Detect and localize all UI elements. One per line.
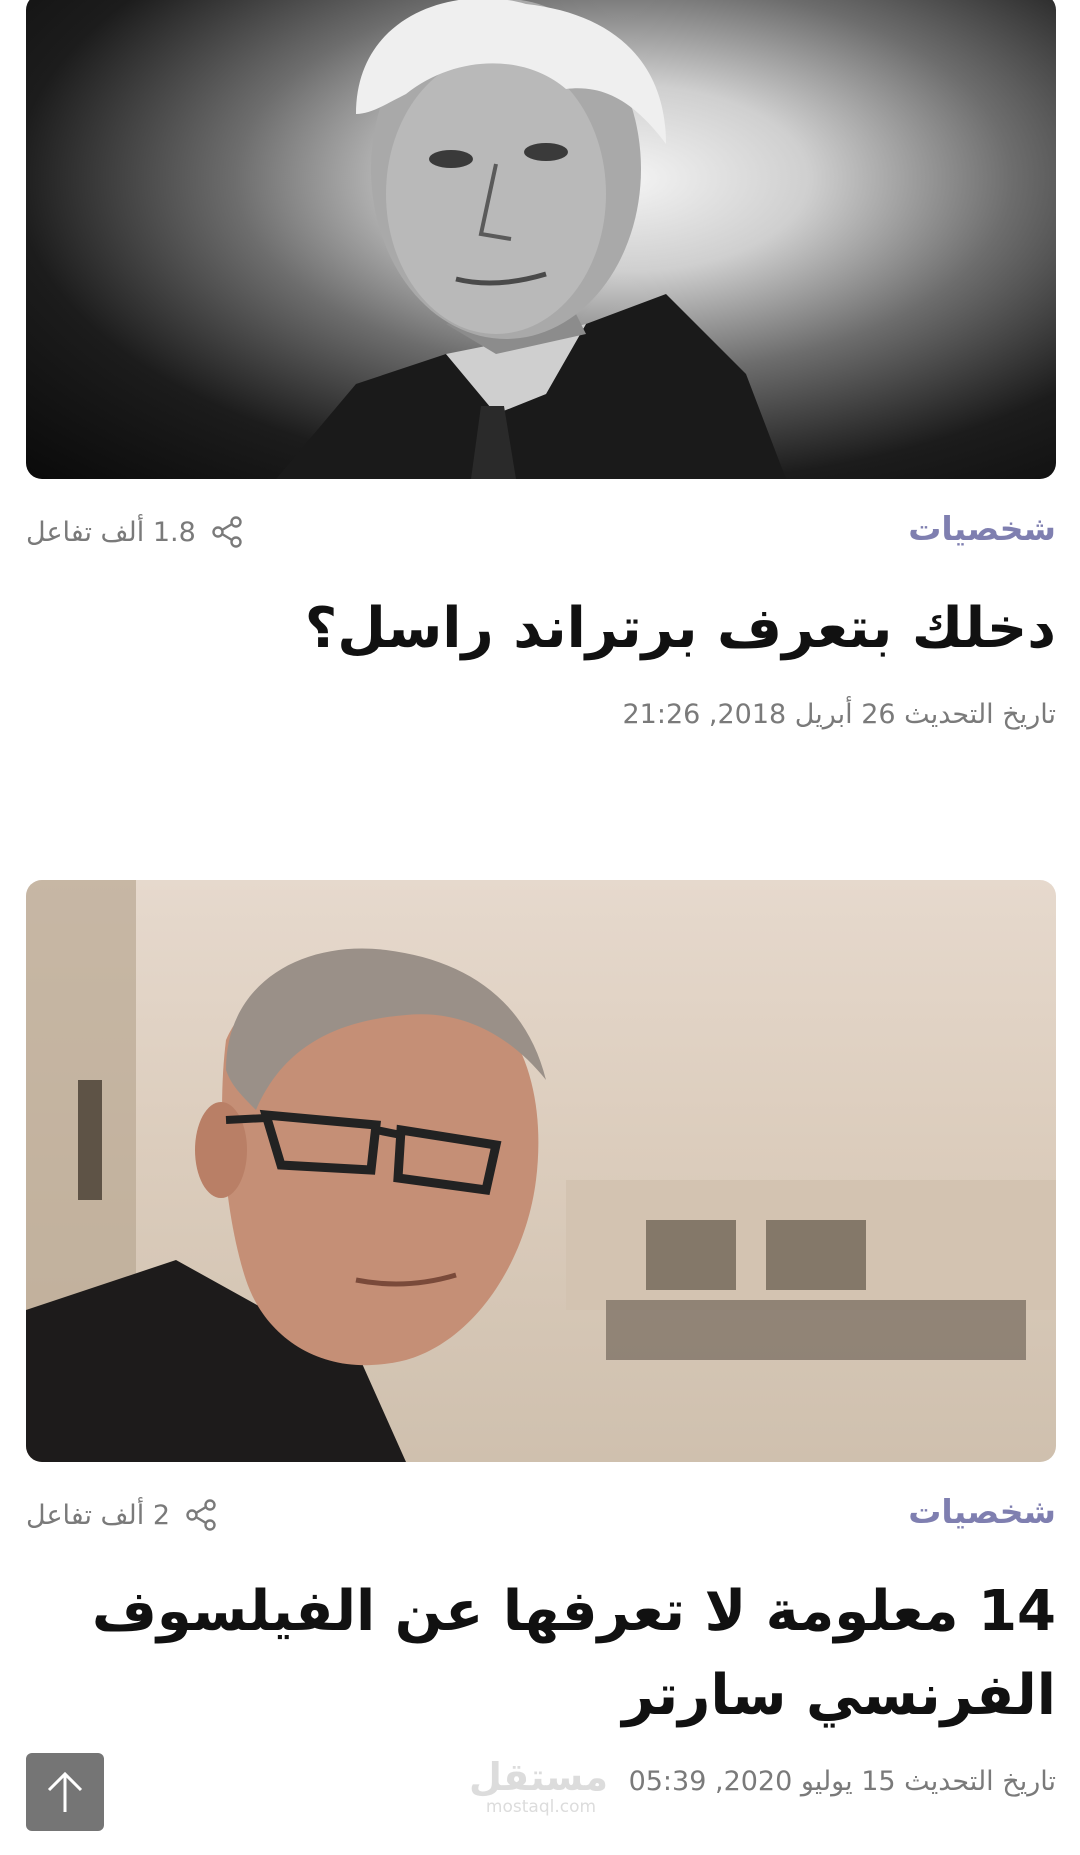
watermark-url: mostaql.com	[485, 1797, 597, 1817]
share-icon[interactable]	[210, 515, 244, 549]
article-title[interactable]: دخلك بتعرف برتراند راسل؟	[26, 587, 1056, 671]
article-feed: شخصيات 1.8 ألف تفاعل دخلك بتعرف برتراند …	[0, 0, 1080, 1855]
arrow-up-icon	[47, 1771, 83, 1812]
article-card[interactable]: شخصيات 1.8 ألف تفاعل دخلك بتعرف برتراند …	[26, 0, 1056, 730]
article-meta: شخصيات 1.8 ألف تفاعل	[26, 509, 1056, 569]
article-meta: شخصيات 2 ألف تفاعل	[26, 1492, 1056, 1552]
reactions-count: 2 ألف تفاعل	[26, 1499, 170, 1531]
article-card[interactable]: شخصيات 2 ألف تفاعل 14 معلومة لا تعرفها ع…	[26, 880, 1056, 1797]
reactions-count: 1.8 ألف تفاعل	[26, 516, 196, 548]
scroll-to-top-button[interactable]	[26, 1753, 104, 1831]
category-link[interactable]: شخصيات	[908, 1492, 1056, 1531]
category-link[interactable]: شخصيات	[908, 509, 1056, 548]
reactions: 2 ألف تفاعل	[26, 1498, 218, 1532]
article-date: تاريخ التحديث 26 أبريل 2018, 21:26	[622, 699, 1056, 730]
article-title[interactable]: 14 معلومة لا تعرفها عن الفيلسوف الفرنسي …	[26, 1570, 1056, 1738]
portrait-illustration	[26, 880, 1056, 1462]
article-image[interactable]	[26, 880, 1056, 1462]
reactions: 1.8 ألف تفاعل	[26, 515, 244, 549]
share-icon[interactable]	[184, 1498, 218, 1532]
article-date: تاريخ التحديث 15 يوليو 2020, 05:39	[628, 1766, 1056, 1797]
portrait-illustration	[276, 0, 786, 479]
article-image[interactable]	[26, 0, 1056, 479]
